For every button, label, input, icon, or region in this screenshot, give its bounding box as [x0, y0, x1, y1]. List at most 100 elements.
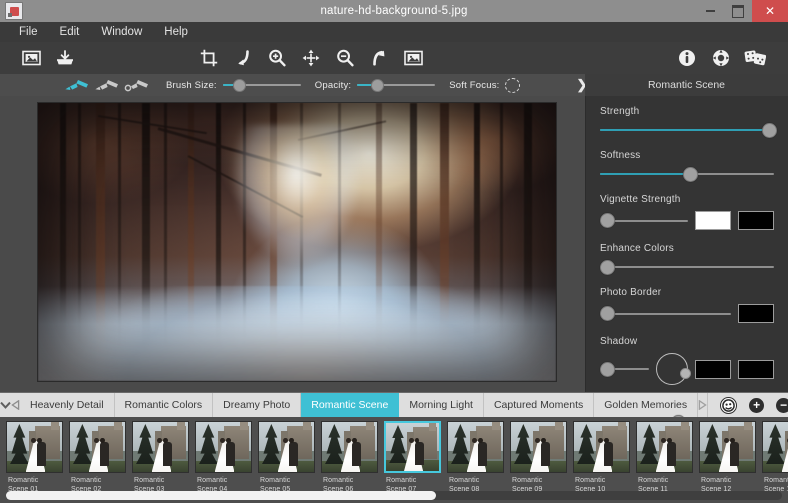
- thumbnail-item[interactable]: Romantic Scene 01: [6, 421, 63, 494]
- thumbnail-item[interactable]: Romantic Scene 05: [258, 421, 315, 494]
- random-effect-button[interactable]: [738, 43, 772, 73]
- thumbnail-image[interactable]: [447, 421, 504, 473]
- thumbnail-item[interactable]: Romantic Scene 04: [195, 421, 252, 494]
- opacity-slider[interactable]: [357, 78, 436, 92]
- menu-item-edit[interactable]: Edit: [49, 24, 91, 40]
- tab-romantic-scene[interactable]: Romantic Scene: [301, 393, 400, 417]
- photo-vignette-layer: [38, 103, 556, 381]
- photo-canvas[interactable]: [38, 103, 556, 381]
- softness-slider[interactable]: [600, 166, 774, 182]
- thumbnail-scrollbar-thumb[interactable]: [6, 491, 436, 500]
- info-button[interactable]: [670, 43, 704, 73]
- thumbnail-image[interactable]: [636, 421, 693, 473]
- soft-focus-shape-icon[interactable]: [505, 77, 521, 93]
- fit-image-button[interactable]: [396, 43, 430, 73]
- menu-item-help[interactable]: Help: [153, 24, 199, 40]
- zoom-in-button[interactable]: [260, 43, 294, 73]
- thumbnail-image[interactable]: [573, 421, 630, 473]
- shadow-color-swatch-2[interactable]: [738, 359, 774, 379]
- thumbnail-item[interactable]: Romantic Scene 09: [510, 421, 567, 494]
- thumbnail-item[interactable]: Romantic Scene 07: [384, 421, 441, 494]
- shadow-angle-handle[interactable]: [680, 368, 691, 379]
- tabs-next-button[interactable]: [698, 393, 709, 417]
- brush-paint-tool[interactable]: [62, 75, 92, 95]
- maximize-button[interactable]: [724, 0, 752, 22]
- softness-label: Softness: [600, 150, 641, 161]
- tabs-dropdown-button[interactable]: [0, 393, 11, 417]
- shadow-angle-dial[interactable]: [656, 353, 691, 385]
- tab-romantic-colors[interactable]: Romantic Colors: [115, 393, 214, 417]
- title-bar: nature-hd-background-5.jpg ✕: [0, 0, 788, 22]
- open-image-button[interactable]: [14, 43, 48, 73]
- thumbnail-image[interactable]: [258, 421, 315, 473]
- crop-icon: [200, 49, 218, 67]
- move-button[interactable]: [294, 43, 328, 73]
- window-controls: ✕: [696, 0, 788, 22]
- shadow-slider[interactable]: [600, 361, 649, 377]
- vignette-color-swatch-dark[interactable]: [738, 211, 774, 230]
- thumbnail-image[interactable]: [699, 421, 756, 473]
- thumbnail-item[interactable]: Romantic Scene 02: [69, 421, 126, 494]
- remove-effect-button[interactable]: −: [776, 397, 788, 413]
- thumbnail-item[interactable]: RomanticScene 13: [762, 421, 788, 494]
- tab-dreamy-photo[interactable]: Dreamy Photo: [213, 393, 302, 417]
- thumbnail-scrollbar[interactable]: [6, 491, 782, 500]
- thumbnail-image[interactable]: [132, 421, 189, 473]
- thumbnail-item[interactable]: Romantic Scene 06: [321, 421, 378, 494]
- strength-label: Strength: [600, 106, 640, 117]
- effects-browser-button[interactable]: [720, 396, 738, 414]
- thumbnail-item[interactable]: Romantic Scene 10: [573, 421, 630, 494]
- thumbnail-image[interactable]: [195, 421, 252, 473]
- rotate-left-button[interactable]: [226, 43, 260, 73]
- rotate-right-button[interactable]: [362, 43, 396, 73]
- close-button[interactable]: ✕: [752, 0, 788, 22]
- thumbnail-image[interactable]: [762, 421, 788, 473]
- redo-arrow-icon: [373, 50, 385, 66]
- thumbnail-image[interactable]: [384, 421, 441, 473]
- photo-border-slider[interactable]: [600, 306, 731, 321]
- photo-border-color-swatch[interactable]: [738, 304, 774, 323]
- application-window: nature-hd-background-5.jpg ✕ File Edit W…: [0, 0, 788, 503]
- shadow-color-swatch-1[interactable]: [695, 359, 731, 379]
- strength-slider[interactable]: [600, 122, 777, 138]
- save-tray-icon: [57, 49, 73, 64]
- settings-button[interactable]: [704, 43, 738, 73]
- thumbnail-item[interactable]: Romantic Scene 03: [132, 421, 189, 494]
- enhance-colors-label: Enhance Colors: [600, 243, 674, 254]
- minimize-icon: [705, 10, 715, 12]
- thumbnail-image[interactable]: [321, 421, 378, 473]
- crop-button[interactable]: [192, 43, 226, 73]
- effects-tab-bar: Heavenly Detail Romantic Colors Dreamy P…: [0, 392, 788, 417]
- thumbnail-image[interactable]: [69, 421, 126, 473]
- options-bar: Brush Size: Opacity: Soft Focus: ❯ Roman…: [0, 74, 788, 96]
- menu-item-file[interactable]: File: [8, 24, 49, 40]
- arrow-left-icon: [11, 400, 20, 410]
- tab-heavenly-detail[interactable]: Heavenly Detail: [20, 393, 115, 417]
- control-softness: Softness: [586, 150, 788, 182]
- minimize-button[interactable]: [696, 0, 724, 22]
- tab-golden-memories[interactable]: Golden Memories: [594, 393, 699, 417]
- thumbnail-image[interactable]: [510, 421, 567, 473]
- thumbnail-item[interactable]: Romantic Scene 11: [636, 421, 693, 494]
- brush-erase-tool[interactable]: [92, 75, 122, 95]
- zoom-out-button[interactable]: [328, 43, 362, 73]
- tab-morning-light[interactable]: Morning Light: [399, 393, 484, 417]
- window-title: nature-hd-background-5.jpg: [320, 5, 468, 17]
- tab-captured-moments[interactable]: Captured Moments: [484, 393, 595, 417]
- canvas-area[interactable]: [0, 96, 585, 392]
- brush-size-slider[interactable]: [222, 78, 301, 92]
- preset-thumbnail-strip[interactable]: Romantic Scene 01 Romantic Scene 02 Romantic…: [0, 417, 788, 503]
- vignette-strength-slider[interactable]: [600, 213, 688, 228]
- magnifier-plus-icon: [269, 49, 286, 67]
- menu-item-window[interactable]: Window: [90, 24, 153, 40]
- brush-erase-icon: [95, 80, 118, 90]
- enhance-colors-slider[interactable]: [600, 259, 774, 275]
- tabs-prev-button[interactable]: [11, 393, 20, 417]
- vignette-color-swatch-light[interactable]: [695, 211, 731, 230]
- brush-smudge-tool[interactable]: [122, 75, 152, 95]
- thumbnail-item[interactable]: Romantic Scene 12: [699, 421, 756, 494]
- add-effect-button[interactable]: +: [749, 397, 765, 413]
- save-image-button[interactable]: [48, 43, 82, 73]
- thumbnail-image[interactable]: [6, 421, 63, 473]
- thumbnail-item[interactable]: Romantic Scene 08: [447, 421, 504, 494]
